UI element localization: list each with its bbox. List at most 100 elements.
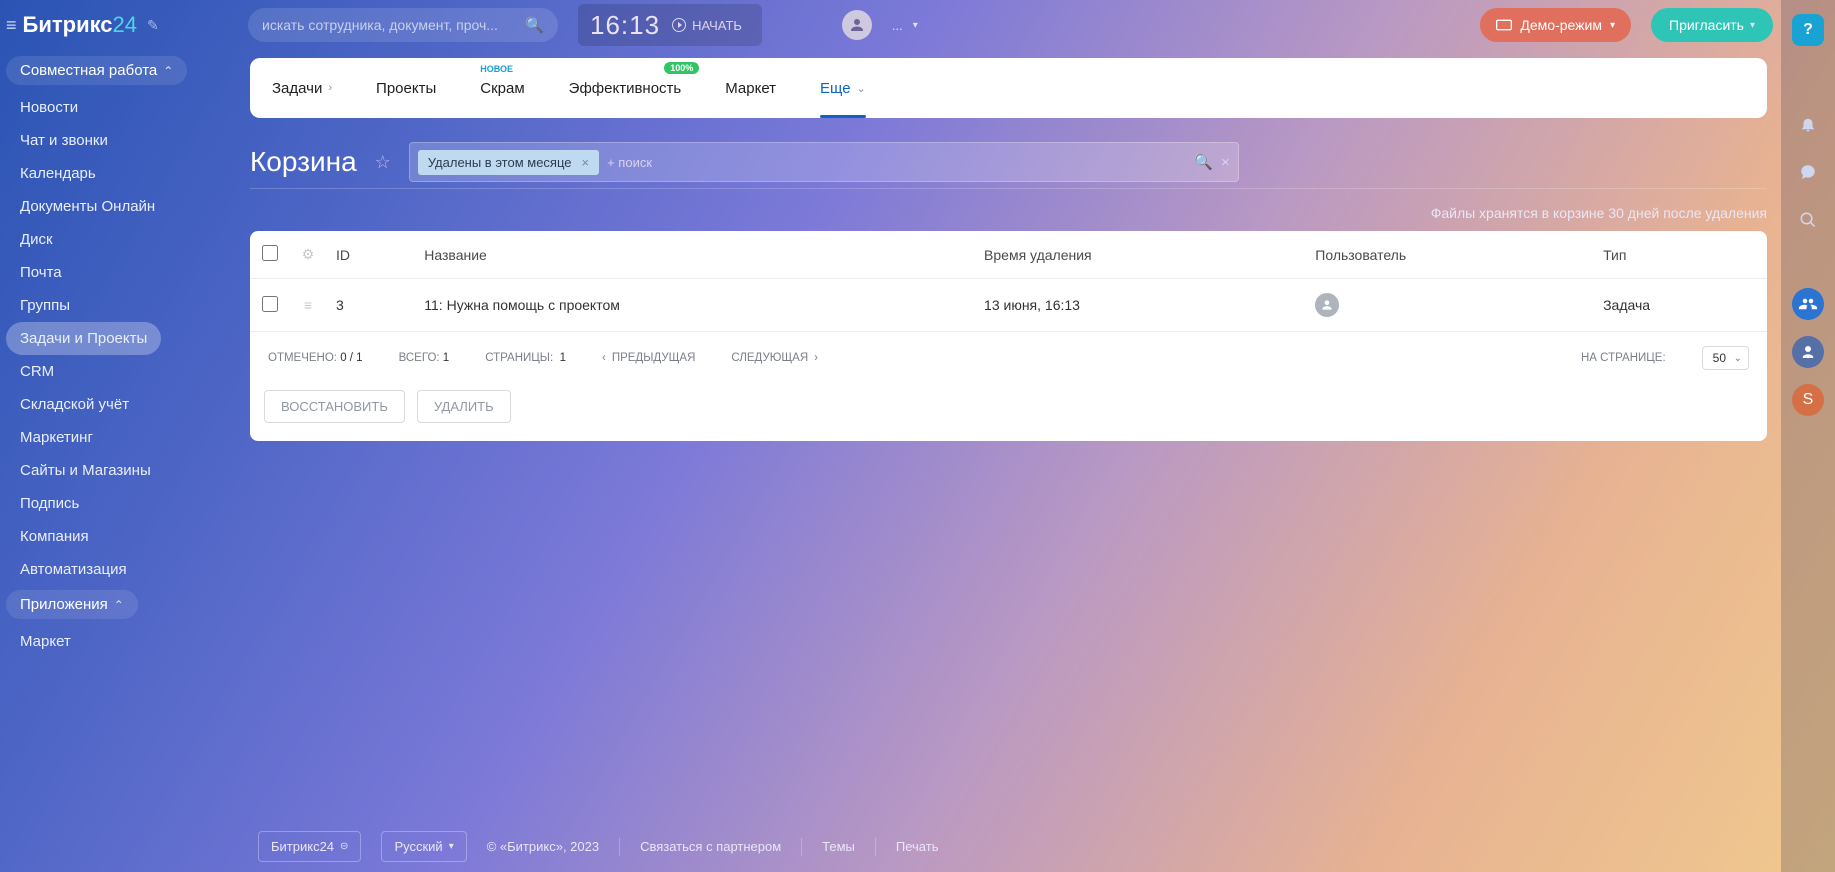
tab-more[interactable]: Еще ⌄ — [820, 58, 866, 118]
demo-mode-button[interactable]: Демо-режим ▾ — [1480, 8, 1631, 42]
start-label: НАЧАТЬ — [692, 18, 742, 33]
per-page-select[interactable]: 50 ⌄ — [1702, 346, 1749, 370]
gear-icon[interactable]: ⚙ — [302, 246, 315, 262]
restore-button[interactable]: ВОССТАНОВИТЬ — [264, 390, 405, 423]
contacts-icon[interactable] — [1792, 288, 1824, 320]
search-icon[interactable]: 🔍 — [1194, 153, 1213, 171]
per-page-label: НА СТРАНИЦЕ: — [1581, 352, 1666, 364]
global-search[interactable]: 🔍 — [248, 8, 558, 42]
chevron-down-icon: ⌄ — [857, 82, 866, 95]
col-deleted[interactable]: Время удаления — [974, 231, 1305, 279]
select-all-checkbox[interactable] — [262, 245, 278, 261]
tab-efficiency[interactable]: 100% Эффективность — [569, 58, 682, 118]
total-count: ВСЕГО: 1 — [399, 352, 450, 364]
table-row[interactable]: ≡ 3 11: Нужна помощь с проектом 13 июня,… — [250, 279, 1767, 332]
tab-tasks[interactable]: Задачи › — [272, 58, 332, 118]
retention-note: Файлы хранятся в корзине 30 дней после у… — [250, 205, 1767, 221]
cell-deleted: 13 июня, 16:13 — [974, 279, 1305, 332]
sidebar-group-apps[interactable]: Приложения ⌃ — [6, 590, 138, 619]
tab-label: Маркет — [725, 80, 776, 97]
invite-label: Пригласить — [1669, 17, 1744, 33]
col-type[interactable]: Тип — [1593, 231, 1767, 279]
search-icon[interactable]: 🔍 — [525, 16, 544, 34]
tab-label: Еще — [820, 80, 851, 97]
sidebar-item-inventory[interactable]: Складской учёт — [6, 388, 232, 421]
sidebar-item-disk[interactable]: Диск — [6, 223, 232, 256]
chevron-down-icon: ▾ — [1750, 20, 1755, 31]
tab-scrum[interactable]: НОВОЕ Скрам — [480, 58, 524, 118]
invite-button[interactable]: Пригласить ▾ — [1651, 8, 1773, 42]
tab-label: Задачи — [272, 80, 322, 97]
sidebar-item-crm[interactable]: CRM — [6, 355, 232, 388]
sidebar-item-marketing[interactable]: Маркетинг — [6, 421, 232, 454]
search-rail-icon[interactable] — [1792, 204, 1824, 236]
sidebar-item-calendar[interactable]: Календарь — [6, 157, 232, 190]
sidebar-item-sites[interactable]: Сайты и Магазины — [6, 454, 232, 487]
global-search-input[interactable] — [262, 17, 525, 33]
hamburger-icon[interactable]: ≡ — [6, 15, 17, 36]
chevron-up-icon: ⌃ — [114, 598, 124, 612]
brand-chip[interactable]: Битрикс24⊝ — [258, 831, 361, 862]
chat-icon[interactable] — [1792, 156, 1824, 188]
sidebar-item-market[interactable]: Маркет — [6, 625, 232, 658]
col-user[interactable]: Пользователь — [1305, 231, 1593, 279]
filter-bar[interactable]: Удалены в этом месяце × 🔍 × — [409, 142, 1239, 182]
themes-link[interactable]: Темы — [822, 839, 855, 854]
trash-table-panel: ⚙ ID Название Время удаления Пользовател… — [250, 231, 1767, 441]
start-timer-button[interactable]: НАЧАТЬ — [672, 18, 742, 33]
col-name[interactable]: Название — [414, 231, 974, 279]
help-button[interactable]: ? — [1792, 14, 1824, 46]
chevron-right-icon: › — [328, 82, 332, 94]
favorite-icon[interactable]: ☆ — [375, 152, 391, 173]
prev-page-button[interactable]: ‹ ПРЕДЫДУЩАЯ — [602, 352, 695, 364]
next-page-button[interactable]: СЛЕДУЮЩАЯ › — [731, 352, 818, 364]
team-icon[interactable] — [1792, 336, 1824, 368]
sidebar-group-label: Совместная работа — [20, 62, 157, 79]
row-checkbox[interactable] — [262, 296, 278, 312]
time-tracker[interactable]: 16:13 НАЧАТЬ — [578, 4, 762, 46]
partner-link[interactable]: Связаться с партнером — [640, 839, 781, 854]
profile-initial[interactable]: S — [1792, 384, 1824, 416]
sidebar-group-collab[interactable]: Совместная работа ⌃ — [6, 56, 187, 85]
sidebar-item-tasks[interactable]: Задачи и Проекты — [6, 322, 161, 355]
copyright: © «Битрикс», 2023 — [487, 839, 599, 854]
user-status-text: ... — [892, 18, 903, 33]
logo[interactable]: Битрикс24 — [23, 12, 138, 38]
sidebar-group-label: Приложения — [20, 596, 108, 613]
clear-filter-icon[interactable]: × — [1221, 154, 1230, 171]
sidebar-item-groups[interactable]: Группы — [6, 289, 232, 322]
col-id[interactable]: ID — [326, 231, 414, 279]
notifications-icon[interactable] — [1792, 108, 1824, 140]
delete-button[interactable]: УДАЛИТЬ — [417, 390, 511, 423]
drag-handle-icon[interactable]: ≡ — [304, 297, 312, 313]
sidebar-item-chat[interactable]: Чат и звонки — [6, 124, 232, 157]
selected-count: ОТМЕЧЕНО: 0 / 1 — [268, 352, 363, 364]
remove-chip-icon[interactable]: × — [582, 155, 590, 170]
sidebar-item-docs[interactable]: Документы Онлайн — [6, 190, 232, 223]
pager: ОТМЕЧЕНО: 0 / 1 ВСЕГО: 1 СТРАНИЦЫ: 1 ‹ П… — [250, 332, 1767, 390]
language-select[interactable]: Русский▾ — [381, 831, 466, 862]
cell-name: 11: Нужна помощь с проектом — [414, 279, 974, 332]
edit-icon[interactable]: ✎ — [147, 17, 159, 34]
play-icon — [672, 18, 686, 32]
chevron-down-icon: ▾ — [1610, 20, 1615, 31]
logo-part2: 24 — [113, 12, 137, 37]
sidebar-item-mail[interactable]: Почта — [6, 256, 232, 289]
print-link[interactable]: Печать — [896, 839, 939, 854]
logo-part1: Битрикс — [23, 12, 113, 37]
demo-label: Демо-режим — [1520, 17, 1602, 33]
percent-badge: 100% — [664, 62, 699, 74]
sidebar-item-company[interactable]: Компания — [6, 520, 232, 553]
divider — [250, 188, 1767, 189]
tab-projects[interactable]: Проекты — [376, 58, 436, 118]
tab-market[interactable]: Маркет — [725, 58, 776, 118]
sidebar-item-sign[interactable]: Подпись — [6, 487, 232, 520]
user-avatar[interactable] — [842, 10, 872, 40]
sidebar-item-news[interactable]: Новости — [6, 91, 232, 124]
filter-input[interactable] — [607, 155, 1186, 170]
user-avatar-icon[interactable] — [1315, 293, 1339, 317]
user-status-menu[interactable]: ... ▾ — [892, 18, 918, 33]
sidebar-item-automation[interactable]: Автоматизация — [6, 553, 232, 586]
chevron-down-icon: ▾ — [913, 20, 918, 31]
filter-chip[interactable]: Удалены в этом месяце × — [418, 150, 599, 175]
